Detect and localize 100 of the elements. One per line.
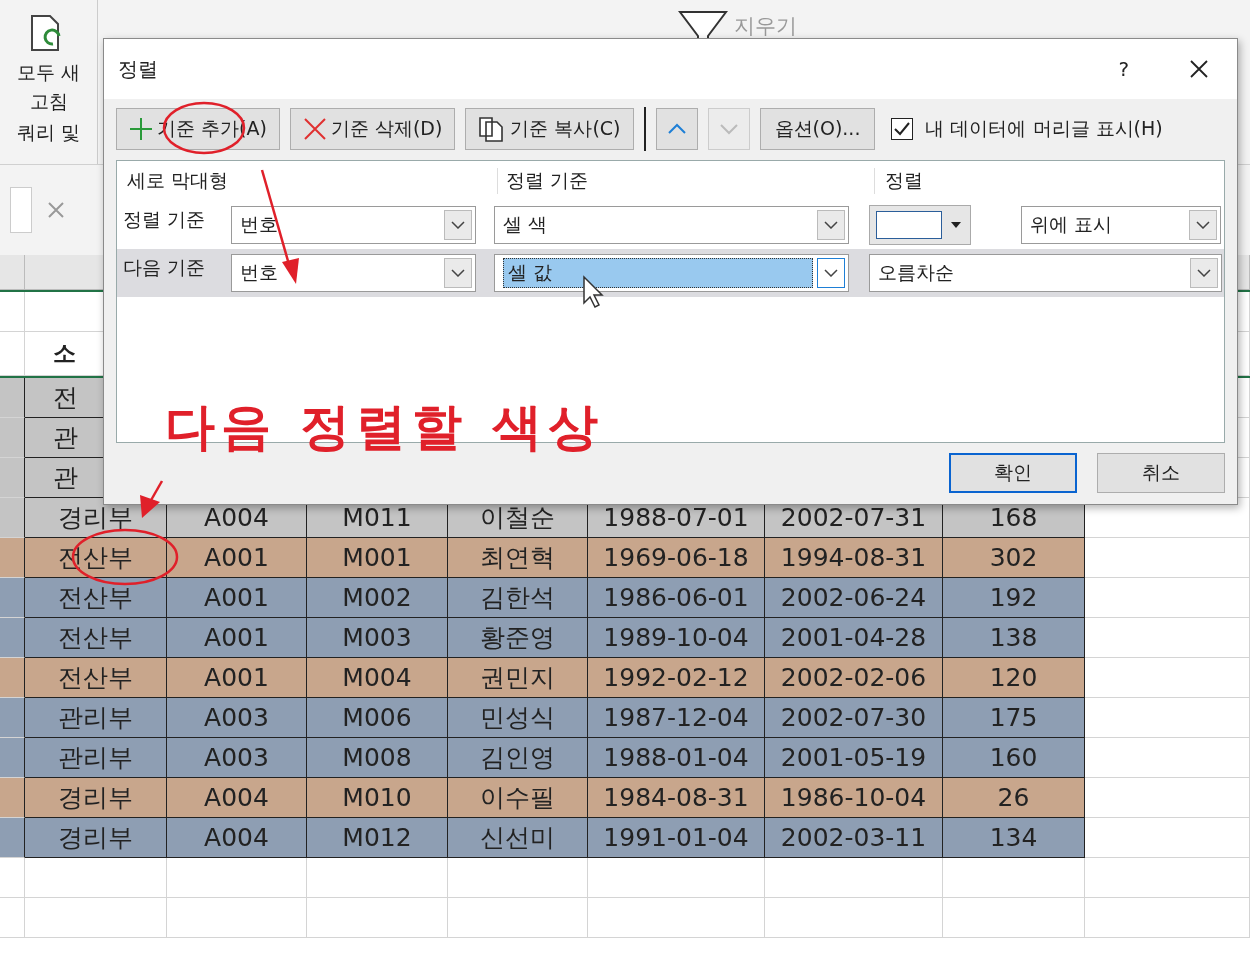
checkbox-label: 내 데이터에 머리글 표시(H): [925, 116, 1163, 141]
table-cell: 302: [943, 538, 1085, 578]
color-picker[interactable]: [869, 205, 971, 245]
column-header: 정렬 기준: [497, 168, 874, 194]
row-header[interactable]: [0, 378, 25, 418]
table-cell: 26: [943, 778, 1085, 818]
ribbon-label[interactable]: 고침: [29, 87, 68, 116]
cross-icon: [302, 117, 327, 141]
table-cell: A001: [167, 578, 307, 618]
order-dropdown[interactable]: 오름차순: [869, 254, 1222, 292]
row-header[interactable]: [0, 458, 25, 498]
row-header[interactable]: [0, 818, 25, 858]
table-cell: A004: [167, 818, 307, 858]
chevron-down-icon: [1197, 269, 1211, 277]
move-up-button[interactable]: [655, 108, 698, 150]
chevron-down-icon: [451, 269, 465, 277]
table-cell: 1969-06-18: [588, 538, 765, 578]
sort-level-row[interactable]: 다음 기준 번호 셀 값 오름차순: [117, 249, 1224, 297]
table-cell: 1994-08-31: [765, 538, 943, 578]
table-cell: 134: [943, 818, 1085, 858]
table-cell: 전산부: [25, 578, 167, 618]
chevron-down-icon: [824, 221, 838, 229]
table-cell: M008: [307, 738, 448, 778]
caret-down-icon: [950, 221, 962, 229]
table-cell: M003: [307, 618, 448, 658]
checkbox[interactable]: [891, 118, 914, 140]
table-cell: 192: [943, 578, 1085, 618]
table-cell: [0, 858, 25, 898]
table-cell: 1986-10-04: [765, 778, 943, 818]
chevron-down-icon: [824, 269, 838, 277]
copy-level-button[interactable]: 기준 복사(C): [465, 108, 634, 150]
row-header[interactable]: [0, 578, 25, 618]
level-label: 정렬 기준: [123, 207, 207, 232]
table-cell: 관리부: [25, 698, 167, 738]
table-cell: A001: [167, 658, 307, 698]
column-header: 정렬: [874, 168, 923, 194]
table-cell: 경리부: [25, 818, 167, 858]
table-cell: 120: [943, 658, 1085, 698]
cancel-button[interactable]: 취소: [1097, 453, 1225, 493]
table-cell: 2001-05-19: [765, 738, 943, 778]
table-cell: 1991-01-04: [588, 818, 765, 858]
table-cell: M012: [307, 818, 448, 858]
sort-level-row[interactable]: 정렬 기준 번호 셀 색 위에 표시: [117, 201, 1224, 249]
table-cell: 민성식: [448, 698, 588, 738]
sort-on-dropdown[interactable]: 셀 값: [494, 254, 849, 292]
help-button[interactable]: ?: [1118, 57, 1129, 81]
ok-button[interactable]: 확인: [949, 453, 1077, 493]
table-cell: 175: [943, 698, 1085, 738]
table-cell: 2001-04-28: [765, 618, 943, 658]
table-cell: A001: [167, 618, 307, 658]
close-icon[interactable]: [1189, 59, 1209, 79]
cancel-icon[interactable]: [46, 200, 66, 220]
row-header[interactable]: [0, 498, 25, 538]
row-header[interactable]: [0, 778, 25, 818]
table-cell: 1988-01-04: [588, 738, 765, 778]
options-button[interactable]: 옵션(O)...: [759, 108, 876, 150]
table-cell: 1984-08-31: [588, 778, 765, 818]
table-cell: A001: [167, 538, 307, 578]
table-cell: 황준영: [448, 618, 588, 658]
table-cell: M001: [307, 538, 448, 578]
chevron-down-icon: [718, 123, 739, 135]
mouse-cursor-icon: [582, 275, 606, 309]
position-dropdown[interactable]: 위에 표시: [1021, 206, 1221, 244]
table-cell: A003: [167, 698, 307, 738]
table-cell: 최연혁: [448, 538, 588, 578]
chevron-up-icon: [666, 123, 687, 135]
table-cell: 138: [943, 618, 1085, 658]
row-header[interactable]: [0, 658, 25, 698]
table-cell: 160: [943, 738, 1085, 778]
table-cell: M004: [307, 658, 448, 698]
sort-on-dropdown[interactable]: 셀 색: [494, 206, 849, 244]
group-label: 쿼리 및: [16, 120, 80, 145]
level-label: 다음 기준: [123, 255, 207, 280]
table-cell: A003: [167, 738, 307, 778]
table-cell: 신선미: [448, 818, 588, 858]
table-cell: 2002-06-24: [765, 578, 943, 618]
row-header[interactable]: [0, 538, 25, 578]
table-cell: 1987-12-04: [588, 698, 765, 738]
table-cell: 1992-02-12: [588, 658, 765, 698]
row-header[interactable]: [0, 418, 25, 458]
column-dropdown[interactable]: 번호: [231, 206, 476, 244]
table-cell: 1986-06-01: [588, 578, 765, 618]
row-header[interactable]: [0, 698, 25, 738]
ribbon-label[interactable]: 모두 새: [16, 58, 80, 87]
table-cell: 2002-07-30: [765, 698, 943, 738]
annotation-text: 다음 정렬할 색상: [165, 397, 604, 458]
table-cell: M002: [307, 578, 448, 618]
row-header[interactable]: [0, 618, 25, 658]
table-cell: 1989-10-04: [588, 618, 765, 658]
chevron-down-icon: [451, 221, 465, 229]
column-dropdown[interactable]: 번호: [231, 254, 476, 292]
table-cell: 전산부: [25, 658, 167, 698]
annotation-arrow: [140, 480, 164, 518]
table-cell: M010: [307, 778, 448, 818]
table-cell: 이수필: [448, 778, 588, 818]
delete-level-button[interactable]: 기준 삭제(D): [289, 108, 456, 150]
table-cell: 김인영: [448, 738, 588, 778]
row-header[interactable]: [0, 738, 25, 778]
plus-icon: [129, 117, 153, 141]
table-cell: 2002-02-06: [765, 658, 943, 698]
